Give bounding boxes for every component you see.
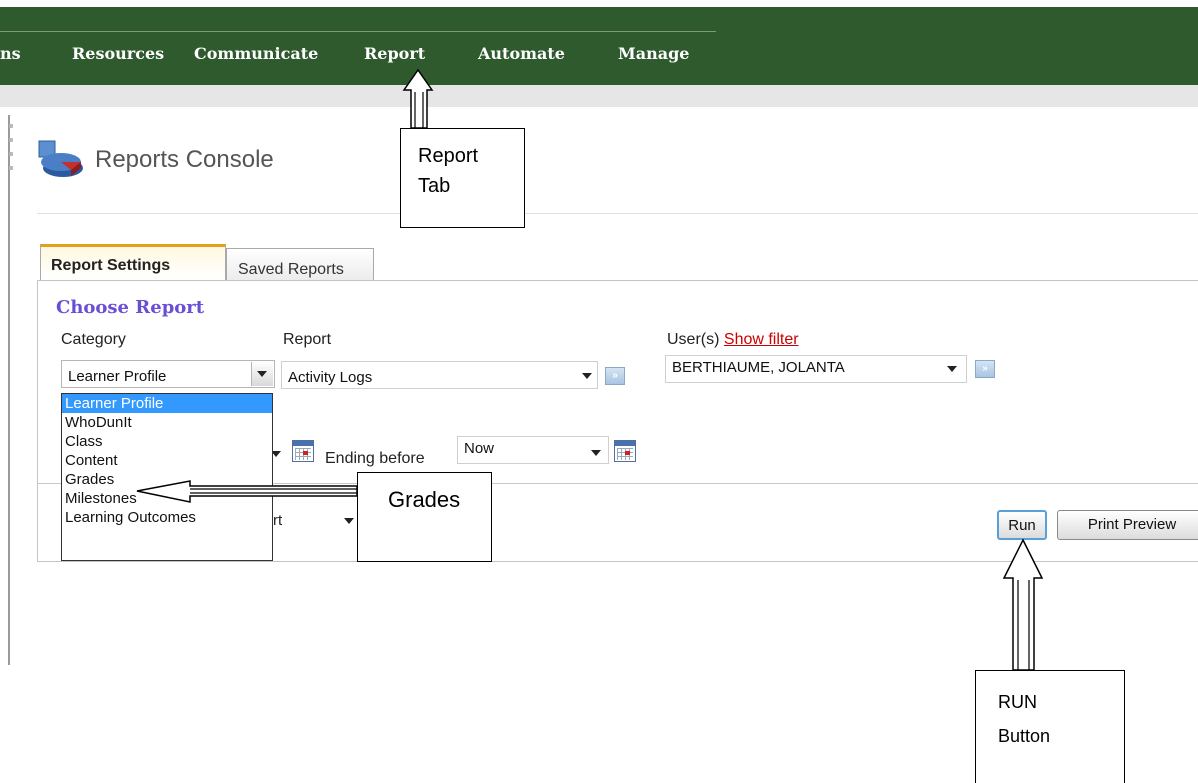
report-label: Report <box>283 331 332 348</box>
chevron-down-icon <box>947 366 957 372</box>
chevron-down-icon <box>257 371 267 377</box>
nav-item-automate[interactable]: Automate <box>478 44 565 63</box>
callout-grades: Grades <box>357 472 492 562</box>
report-select-value: Activity Logs <box>288 369 373 386</box>
category-option-grades[interactable]: Grades <box>62 470 272 489</box>
ending-before-label: Ending before <box>325 450 425 467</box>
user-select-value: BERTHIAUME, JOLANTA <box>672 359 845 376</box>
end-calendar-icon[interactable] <box>614 440 636 462</box>
top-nav-bar: ns Resources Communicate Report Automate… <box>0 7 1198 85</box>
run-button[interactable]: Run <box>997 510 1047 540</box>
callout-run-line2: Button <box>998 726 1051 746</box>
report-go-button[interactable]: » <box>605 367 625 385</box>
callout-run-line1: RUN <box>998 692 1037 712</box>
user-go-button[interactable]: » <box>975 360 995 378</box>
nav-item-resources[interactable]: Resources <box>72 44 164 63</box>
category-dropdown-button[interactable] <box>251 362 273 386</box>
report-select[interactable]: Activity Logs <box>281 361 598 389</box>
choose-report-heading: Choose Report <box>56 297 205 318</box>
nav-divider <box>0 31 716 32</box>
nav-item-report[interactable]: Report <box>364 44 425 63</box>
category-option-content[interactable]: Content <box>62 451 272 470</box>
format-select-value[interactable]: rt <box>273 512 282 529</box>
callout-run-button: RUN Button <box>975 670 1125 783</box>
start-calendar-icon[interactable] <box>292 440 314 462</box>
tab-report-settings[interactable]: Report Settings <box>40 244 226 280</box>
chevron-down-icon <box>582 373 592 379</box>
left-frame-border <box>8 115 10 665</box>
tab-saved-reports[interactable]: Saved Reports <box>226 248 374 280</box>
print-preview-button[interactable]: Print Preview <box>1057 510 1198 540</box>
ending-before-select[interactable]: Now <box>457 436 609 464</box>
category-option-class[interactable]: Class <box>62 432 272 451</box>
category-select[interactable]: Learner Profile <box>61 360 275 388</box>
category-label: Category <box>61 331 126 348</box>
collapse-grip-handle[interactable] <box>8 120 16 182</box>
user-select[interactable]: BERTHIAUME, JOLANTA <box>665 355 967 383</box>
page-title: Reports Console <box>95 146 274 173</box>
callout-report-tab: Report Tab <box>400 128 525 228</box>
category-dropdown-list: Learner Profile WhoDunIt Class Content G… <box>61 393 273 561</box>
users-label-text: User(s) <box>667 331 720 348</box>
nav-item-manage[interactable]: Manage <box>618 44 689 63</box>
category-option-milestones[interactable]: Milestones <box>62 489 272 508</box>
nav-item-truncated[interactable]: ns <box>0 44 21 63</box>
subnav-bar <box>0 85 1198 107</box>
callout-report-line2: Tab <box>418 175 451 197</box>
users-label: User(s) Show filter <box>667 331 799 349</box>
category-select-value: Learner Profile <box>68 368 167 385</box>
show-filter-link[interactable]: Show filter <box>724 331 799 348</box>
nav-item-communicate[interactable]: Communicate <box>194 44 318 63</box>
chevron-down-icon <box>344 518 354 524</box>
reports-console-icon <box>37 138 87 184</box>
header-divider <box>37 213 1198 214</box>
callout-grades-text: Grades <box>388 487 461 512</box>
category-option-learner-profile[interactable]: Learner Profile <box>62 394 272 413</box>
chevron-down-icon <box>591 450 601 456</box>
callout-report-line1: Report <box>418 145 479 167</box>
category-option-learning-outcomes[interactable]: Learning Outcomes <box>62 508 272 527</box>
ending-before-value: Now <box>464 440 495 457</box>
category-option-whodunit[interactable]: WhoDunIt <box>62 413 272 432</box>
